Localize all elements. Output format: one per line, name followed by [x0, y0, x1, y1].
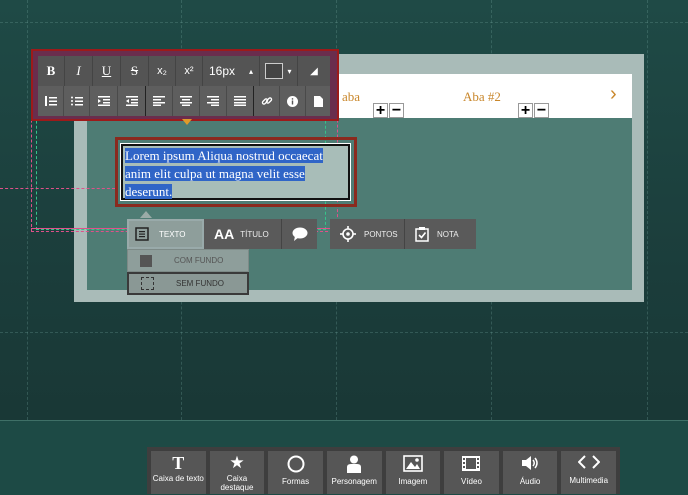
- multimedia-button[interactable]: Multimedia: [561, 451, 616, 494]
- extra-type-bar: PONTOS NOTA: [330, 219, 476, 249]
- character-icon: [347, 455, 362, 473]
- star-icon: ★: [229, 453, 245, 472]
- font-size-arrow-icon: ▴: [248, 66, 253, 76]
- clear-format-eraser-icon[interactable]: ◢: [298, 56, 330, 86]
- underline-button[interactable]: U: [93, 56, 121, 86]
- pontos-label: PONTOS: [364, 229, 398, 239]
- com-fundo-label: COM FUNDO: [174, 256, 224, 265]
- text-line: anim elit culpa ut magna velit esse: [125, 166, 305, 181]
- link-icon[interactable]: [254, 86, 280, 116]
- font-size-value: 16px: [209, 64, 236, 78]
- circle-shape-icon: [287, 455, 305, 473]
- button-label: Vídeo: [460, 477, 482, 486]
- button-label: Multimedia: [569, 476, 609, 485]
- formas-button[interactable]: Formas: [268, 451, 323, 494]
- align-justify-icon[interactable]: [227, 86, 254, 116]
- button-label: Formas: [282, 477, 310, 486]
- code-brackets-icon: [577, 455, 600, 469]
- type-bar-pointer-icon: [140, 211, 152, 218]
- guide-line: [27, 0, 28, 420]
- text-line: Lorem ipsum Aliqua nostrud occaecat: [125, 148, 323, 163]
- align-left-icon[interactable]: [146, 86, 173, 116]
- title-aa-icon: AA: [214, 226, 235, 242]
- nota-option[interactable]: NOTA: [405, 219, 476, 249]
- imagem-button[interactable]: Imagem: [385, 451, 441, 494]
- button-label: Caixa destaque: [220, 474, 254, 492]
- text-color-picker[interactable]: ▾: [260, 56, 298, 86]
- button-label: Personagem: [331, 477, 377, 486]
- add-tab-button[interactable]: +: [373, 103, 388, 119]
- text-type-bar: TEXTO AA TÍTULO: [127, 219, 317, 249]
- image-icon: [403, 455, 423, 472]
- speech-bubble-icon: [292, 227, 307, 241]
- personagem-button[interactable]: Personagem: [326, 451, 382, 494]
- caixa-destaque-button[interactable]: ★ Caixa destaque: [209, 451, 265, 494]
- guide-line-pink: [0, 188, 115, 189]
- align-center-icon[interactable]: [173, 86, 200, 116]
- sem-fundo-label: SEM FUNDO: [176, 279, 224, 288]
- superscript-button[interactable]: x²: [176, 56, 203, 86]
- nota-label: NOTA: [437, 229, 459, 239]
- subscript-button[interactable]: x₂: [149, 56, 176, 86]
- strikethrough-button[interactable]: S: [121, 56, 149, 86]
- text-t-icon: T: [172, 453, 185, 473]
- guide-line: [647, 0, 648, 420]
- color-swatch: [265, 63, 284, 79]
- outdent-icon[interactable]: [90, 86, 118, 116]
- caixa-de-texto-button[interactable]: T Caixa de texto: [151, 451, 206, 494]
- insert-toolbar: T Caixa de texto ★ Caixa destaque Formas…: [147, 447, 620, 494]
- target-icon: [340, 226, 356, 242]
- document-icon[interactable]: [306, 86, 330, 116]
- tab-aba[interactable]: aba: [342, 89, 360, 105]
- com-fundo-option[interactable]: COM FUNDO: [127, 249, 249, 272]
- tab-aba-2[interactable]: Aba #2: [463, 89, 501, 105]
- info-icon[interactable]: [280, 86, 306, 116]
- toolbar-pointer-icon: [182, 119, 192, 125]
- button-label: Áudio: [519, 477, 541, 486]
- video-button[interactable]: Vídeo: [444, 451, 499, 494]
- bullet-list-icon[interactable]: [64, 86, 90, 116]
- texto-option[interactable]: TEXTO: [127, 219, 204, 249]
- sem-fundo-option[interactable]: SEM FUNDO: [127, 272, 249, 295]
- film-icon: [462, 456, 481, 471]
- titulo-label: TÍTULO: [240, 229, 269, 239]
- next-tab-chevron-icon[interactable]: ›: [610, 83, 617, 106]
- audio-button[interactable]: Áudio: [502, 451, 558, 494]
- text-line: deserunt.: [125, 184, 173, 199]
- remove-tab-button[interactable]: −: [389, 103, 404, 119]
- remove-tab-button[interactable]: −: [534, 103, 549, 119]
- format-toolbar: B I U S x₂ x² 16px ▴ ▾ ◢: [38, 56, 330, 116]
- color-dropdown-arrow-icon: ▾: [287, 66, 292, 76]
- pontos-option[interactable]: PONTOS: [330, 219, 405, 249]
- clipboard-check-icon: [415, 226, 429, 242]
- guide-line: [0, 332, 688, 333]
- titulo-option[interactable]: AA TÍTULO: [204, 219, 282, 249]
- balao-option[interactable]: [282, 219, 317, 249]
- speaker-icon: [522, 456, 538, 470]
- button-label: Caixa de texto: [152, 474, 204, 483]
- italic-button[interactable]: I: [65, 56, 93, 86]
- filled-square-icon: [140, 254, 152, 267]
- guide-line: [0, 22, 688, 23]
- indent-icon[interactable]: [118, 86, 146, 116]
- text-box-content[interactable]: Lorem ipsum Aliqua nostrud occaecat anim…: [125, 147, 347, 201]
- dashed-square-icon: [141, 277, 154, 290]
- texto-label: TEXTO: [159, 229, 186, 239]
- align-right-icon[interactable]: [200, 86, 227, 116]
- button-label: Imagem: [398, 477, 428, 486]
- font-size-select[interactable]: 16px ▴: [203, 56, 260, 86]
- add-tab-button[interactable]: +: [518, 103, 533, 119]
- bold-button[interactable]: B: [38, 56, 65, 86]
- text-doc-icon: [135, 227, 149, 241]
- ordered-list-icon[interactable]: [38, 86, 64, 116]
